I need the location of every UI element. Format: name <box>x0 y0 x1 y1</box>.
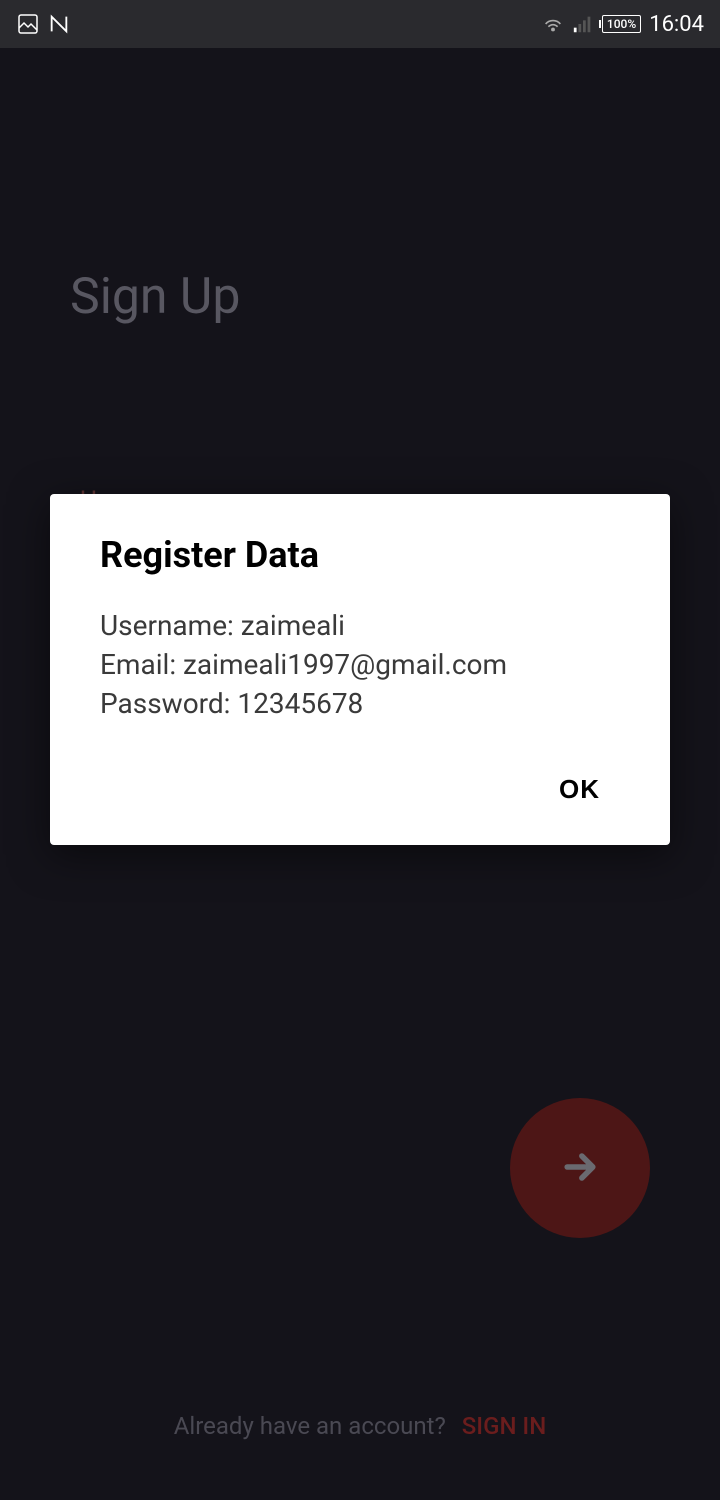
footer-text: Already have an account? <box>174 1412 446 1440</box>
dialog-username-line: Username: zaimeali <box>100 606 620 645</box>
register-data-dialog: Register Data Username: zaimeali Email: … <box>50 494 670 845</box>
dialog-body: Username: zaimeali Email: zaimeali1997@g… <box>100 606 620 724</box>
dialog-email-line: Email: zaimeali1997@gmail.com <box>100 645 620 684</box>
footer: Already have an account? SIGN IN <box>0 1412 720 1440</box>
dialog-password-line: Password: 12345678 <box>100 684 620 723</box>
dialog-title: Register Data <box>100 534 620 576</box>
modal-overlay[interactable]: Register Data Username: zaimeali Email: … <box>0 0 720 1280</box>
sign-in-link[interactable]: SIGN IN <box>462 1412 547 1440</box>
ok-button[interactable]: OK <box>539 764 620 815</box>
dialog-actions: OK <box>100 764 620 815</box>
